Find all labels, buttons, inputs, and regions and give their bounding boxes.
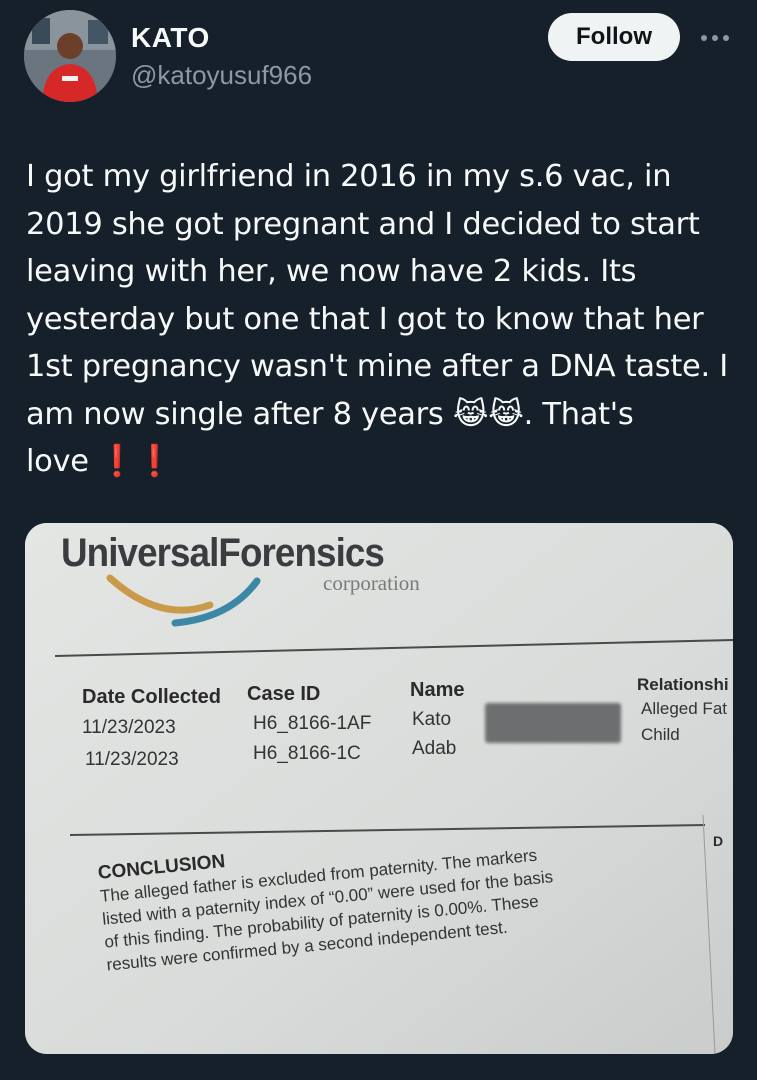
tweet-media-image[interactable]: UniversalForensics corporation Date Coll… (25, 523, 733, 1054)
dot (723, 35, 729, 41)
tweet-text: I got my girlfriend in 2016 in my s.6 va… (26, 159, 728, 479)
row2-relationship: Child (641, 725, 680, 744)
row2-case: H6_8166-1C (253, 743, 361, 764)
redacted-name-blur (485, 703, 621, 743)
logo-subtitle: corporation (323, 571, 420, 595)
dot (701, 35, 707, 41)
row1-name: Kato (412, 709, 452, 730)
author-name[interactable]: KATO (131, 22, 210, 54)
row1-case: H6_8166-1AF (253, 713, 372, 734)
row1-date: 11/23/2023 (82, 717, 176, 738)
author-handle[interactable]: @katoyusuf966 (131, 60, 312, 91)
dot (712, 35, 718, 41)
author-avatar[interactable] (24, 10, 116, 102)
header-date-collected: Date Collected (82, 686, 221, 708)
more-options-icon[interactable] (695, 26, 735, 50)
side-marker: D (713, 833, 724, 849)
row2-date: 11/23/2023 (85, 749, 179, 770)
header-name: Name (410, 679, 465, 701)
row1-relationship: Alleged Fat (641, 699, 727, 718)
row2-name: Adab (412, 738, 457, 759)
header-relationship: Relationshi (637, 675, 729, 694)
document-photo (25, 523, 733, 1054)
logo-title: UniversalForensics (61, 531, 385, 575)
header-case-id: Case ID (247, 683, 321, 705)
follow-button[interactable]: Follow (548, 13, 680, 61)
